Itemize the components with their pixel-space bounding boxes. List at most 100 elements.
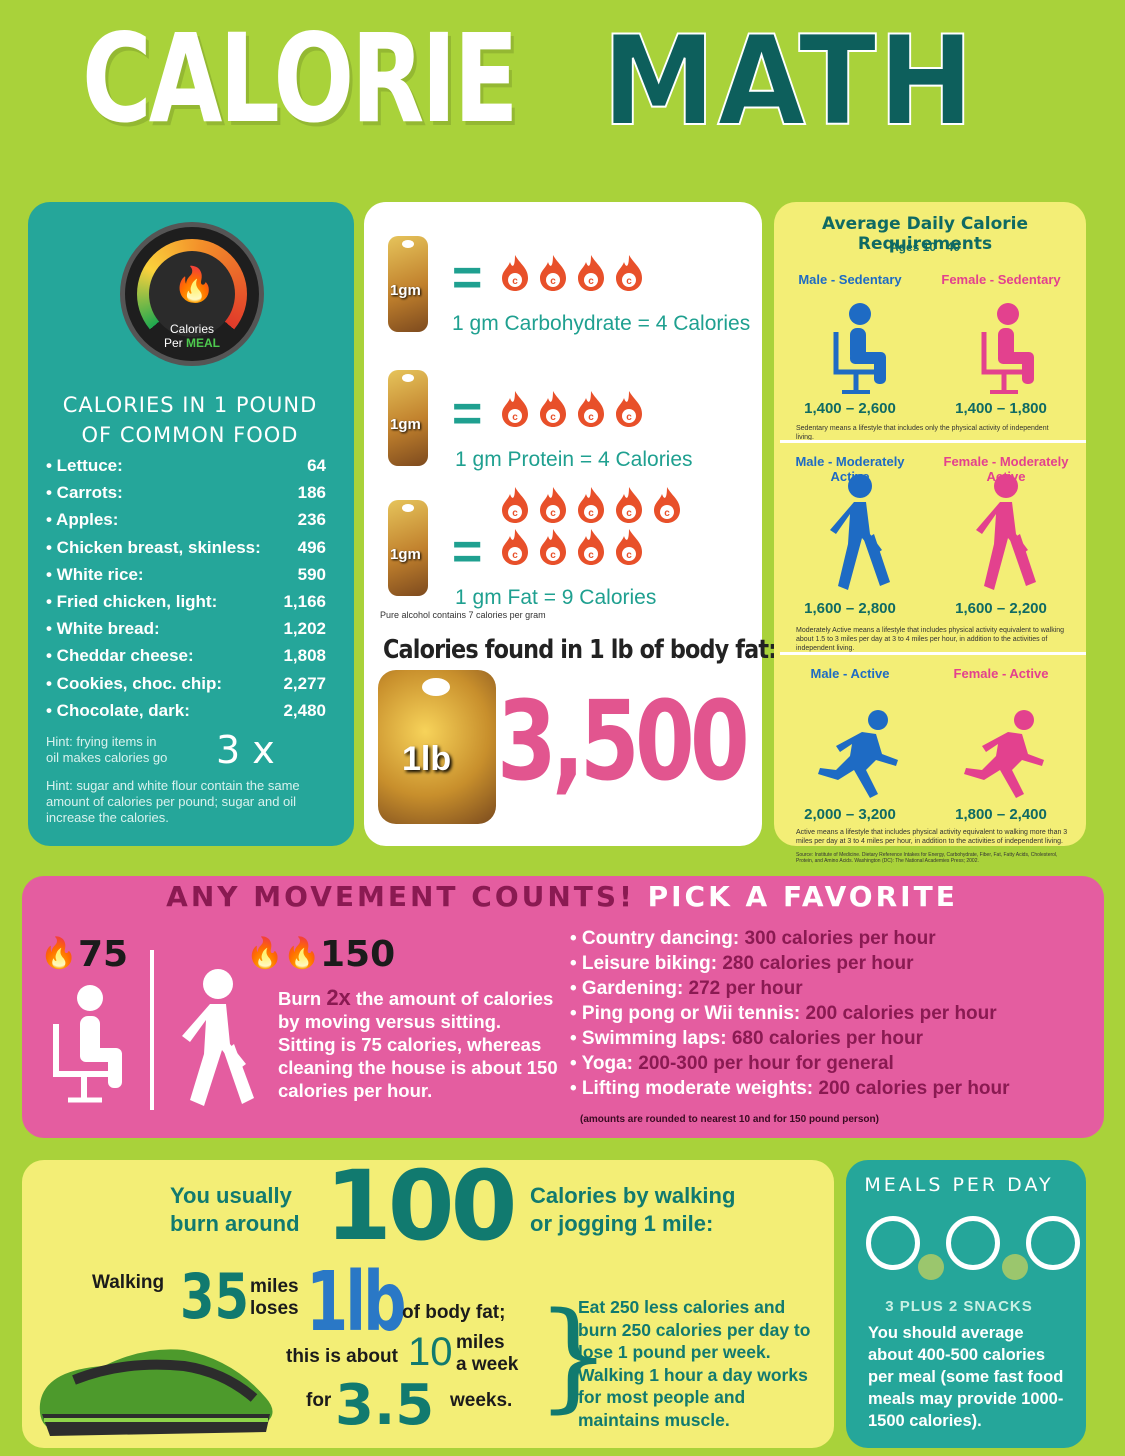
food-calories: 64	[307, 456, 326, 475]
activity-calories: 280 calories per hour	[722, 953, 914, 974]
flame-icon: c	[576, 390, 604, 427]
svg-text:c: c	[588, 276, 594, 287]
moderate-note: Moderately Active means a lifestyle that…	[796, 627, 1065, 652]
miles-label: miles	[250, 1276, 299, 1297]
fat-equals: =	[452, 523, 483, 581]
food-item: • Chicken breast, skinless: 496	[46, 538, 326, 564]
flame-icon: c	[538, 486, 566, 523]
svg-text:c: c	[588, 550, 594, 561]
sitting-female-icon	[981, 303, 1034, 394]
body-fat-calories: 3,500	[497, 677, 750, 805]
food-calories: 1,166	[283, 592, 326, 611]
flame-icon: 🔥	[173, 266, 216, 304]
food-item: • White rice: 590	[46, 565, 326, 591]
movement-title: ANY MOVEMENT COUNTS! PICK A FAVORITE	[166, 880, 958, 913]
miles-week-2: a week	[456, 1354, 519, 1375]
active-note: Active means a lifestyle that includes p…	[796, 829, 1068, 845]
food-name: • Fried chicken, light:	[46, 592, 218, 611]
walk-1lb: 1lb	[306, 1255, 407, 1350]
svg-text:c: c	[626, 550, 632, 561]
male-sedentary: Male - Sedentary	[798, 272, 902, 287]
fat-label: 1 gm Fat = 9 Calories	[455, 586, 657, 609]
svg-text:c: c	[626, 412, 632, 423]
fat-tag: 1gm	[388, 500, 428, 596]
meals-title: MEALS PER DAY	[864, 1174, 1054, 1196]
calorie-gauge: 🔥 Calories Per MEAL	[120, 222, 264, 366]
activity-item: • Swimming laps: 680 calories per hour	[570, 1028, 1110, 1053]
meals-snacks: 3 PLUS 2 SNACKS	[885, 1298, 1033, 1315]
activity-name: • Country dancing:	[570, 928, 745, 949]
plate-icon	[1026, 1216, 1080, 1270]
plate-icon	[946, 1216, 1000, 1270]
protein-equals: =	[452, 385, 483, 443]
food-name: • Apples:	[46, 510, 119, 530]
food-name: • Carrots:	[46, 483, 123, 503]
walk-left-1: You usually	[170, 1183, 292, 1208]
walk-right-1: Calories by walking	[530, 1183, 736, 1208]
flame-icon: c	[576, 486, 604, 523]
activity-name: • Ping pong or Wii tennis:	[570, 1003, 806, 1024]
male-moderate-range: 1,600 – 2,800	[804, 600, 896, 617]
running-female-icon	[964, 710, 1044, 798]
title-math: MATH	[601, 10, 976, 154]
activity-calories: 300 calories per hour	[744, 928, 936, 949]
this-is-about: this is about	[286, 1346, 398, 1367]
food-heading-1: CALORIES IN 1 POUND	[62, 393, 318, 417]
flame-icon: 🔥	[40, 937, 78, 970]
walking-person-icon	[182, 969, 254, 1106]
male-sedentary-range: 1,400 – 2,600	[804, 400, 896, 417]
food-heading-2: OF COMMON FOOD	[81, 423, 299, 447]
apple-icon	[1002, 1254, 1028, 1280]
walking-female-icon	[976, 474, 1036, 590]
meals-text: You should average about 400-500 calorie…	[868, 1324, 1064, 1430]
svg-text:c: c	[550, 508, 556, 519]
walk-35: 35	[180, 1260, 250, 1333]
female-active: Female - Active	[953, 666, 1049, 681]
male-active-range: 2,000 – 3,200	[804, 806, 896, 823]
food-calories: 2,277	[283, 673, 326, 693]
food-item: • Cheddar cheese: 1,808	[46, 646, 326, 672]
protein-tag: 1gm	[388, 370, 428, 466]
food-calories: 236	[297, 510, 326, 530]
divider	[150, 950, 154, 1110]
food-name: • Cookies, choc. chip:	[46, 673, 222, 693]
activity-calories: 272 per hour	[688, 978, 803, 999]
for-label: for	[306, 1390, 332, 1411]
body-fat-label: of body fat;	[402, 1302, 506, 1323]
food-name: • Lettuce:	[46, 456, 123, 475]
activity-item: • Gardening: 272 per hour	[570, 978, 1110, 1003]
activity-item: • Ping pong or Wii tennis: 200 calories …	[570, 1003, 1110, 1028]
flame-icon: c	[614, 254, 642, 291]
svg-text:c: c	[588, 412, 594, 423]
food-item: • Chocolate, dark: 2,480	[46, 701, 326, 727]
apple-icon	[918, 1254, 944, 1280]
activity-calories: 200 calories per hour	[818, 1078, 1010, 1099]
flame-icon: c	[614, 528, 642, 565]
walk-100: 100	[325, 1150, 517, 1262]
svg-text:c: c	[664, 508, 670, 519]
hint-sugar: Hint: sugar and white flour contain the …	[46, 778, 300, 825]
food-calories: 1,808	[283, 646, 326, 666]
sitting-male-icon	[833, 303, 886, 394]
movement-footnote: (amounts are rounded to nearest 10 and f…	[580, 1114, 879, 1125]
carb-tag: 1gm	[388, 236, 428, 332]
activity-item: • Lifting moderate weights: 200 calories…	[570, 1078, 1110, 1103]
flame-icon: c	[538, 254, 566, 291]
miles-week-1: miles	[456, 1332, 505, 1353]
one-lb-tag: 1lb	[378, 670, 496, 824]
burn-text: Burn 2x the amount of calories by moving…	[278, 985, 558, 1101]
food-name: • White bread:	[46, 619, 160, 639]
flame-icon: c	[538, 528, 566, 565]
walking-male-icon	[830, 474, 890, 590]
female-sedentary-range: 1,400 – 1,800	[955, 400, 1047, 417]
flame-icon: c	[500, 486, 528, 523]
sitting-person-icon	[53, 985, 122, 1103]
svg-text:c: c	[512, 412, 518, 423]
activity-name: • Yoga:	[570, 1053, 639, 1074]
food-calories: 2,480	[283, 700, 326, 720]
food-item: • White bread: 1,202	[46, 619, 326, 645]
flame-icon: 🔥🔥	[246, 937, 321, 970]
svg-text:c: c	[512, 276, 518, 287]
activity-name: • Leisure biking:	[570, 953, 723, 974]
food-name: • Cheddar cheese:	[46, 646, 194, 666]
